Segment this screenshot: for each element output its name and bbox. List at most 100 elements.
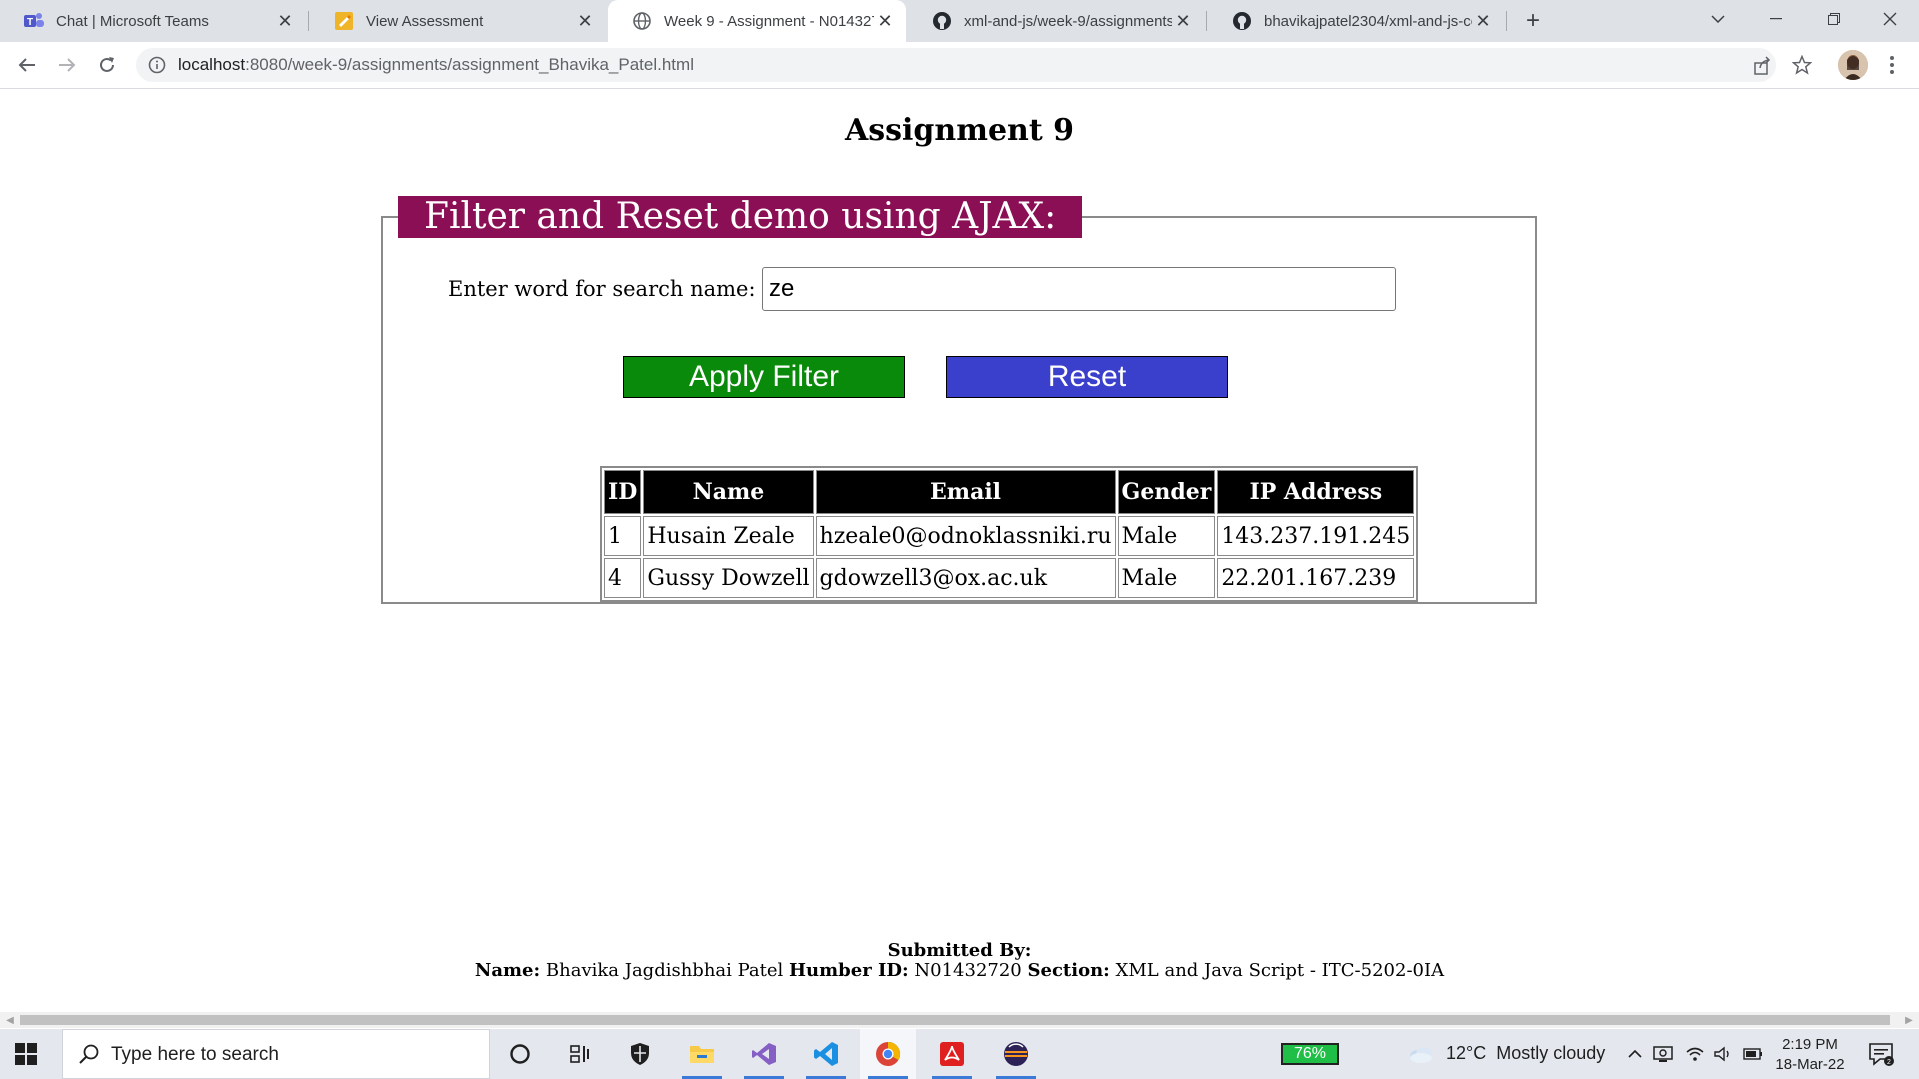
volume-icon[interactable]: [1712, 1043, 1734, 1065]
minimize-button[interactable]: [1748, 0, 1804, 38]
info-icon[interactable]: [148, 56, 166, 74]
scrollbar-thumb[interactable]: [20, 1015, 1890, 1025]
tab-title: Chat | Microsoft Teams: [56, 12, 209, 30]
tab-title: xml-and-js/week-9/assignments: [964, 12, 1172, 30]
cell-ip: 22.201.167.239: [1217, 558, 1415, 598]
tab-github-repo[interactable]: bhavikajpatel2304/xml-and-js-co ✕: [1208, 0, 1504, 42]
vscode-icon[interactable]: [798, 1029, 854, 1079]
acrobat-reader-icon[interactable]: [924, 1029, 980, 1079]
bookmark-star-icon[interactable]: [1792, 55, 1812, 75]
device-icon[interactable]: [1652, 1043, 1674, 1065]
cell-email: gdowzell3@ox.ac.uk: [815, 558, 1116, 598]
table-header-row: ID Name Email Gender IP Address: [604, 470, 1415, 514]
fieldset-legend: Filter and Reset demo using AJAX:: [398, 196, 1083, 238]
svg-text:2: 2: [1887, 1059, 1891, 1066]
weather-description: Mostly cloudy: [1496, 1043, 1606, 1063]
wifi-icon[interactable]: [1684, 1043, 1706, 1065]
reset-button[interactable]: Reset: [946, 356, 1228, 398]
windows-taskbar: Type here to search 76% 12°C Mostly clou…: [0, 1029, 1919, 1079]
close-window-button[interactable]: [1862, 0, 1918, 38]
cortana-icon[interactable]: [492, 1029, 548, 1079]
tab-title: bhavikajpatel2304/xml-and-js-co: [1264, 12, 1472, 30]
globe-icon: [632, 11, 652, 31]
tab-github-assignments[interactable]: xml-and-js/week-9/assignments ✕: [908, 0, 1204, 42]
new-tab-button[interactable]: +: [1518, 6, 1548, 36]
taskbar-search-box[interactable]: Type here to search: [62, 1029, 490, 1079]
eclipse-icon[interactable]: [988, 1029, 1044, 1079]
footer: Submitted By: Name: Bhavika Jagdishbhai …: [0, 941, 1919, 981]
horizontal-scrollbar[interactable]: ◀ ▶: [0, 1012, 1919, 1028]
task-view-icon[interactable]: [552, 1029, 608, 1079]
more-menu-icon[interactable]: [1882, 50, 1902, 80]
back-button[interactable]: [10, 48, 44, 82]
battery-indicator[interactable]: 76%: [1281, 1043, 1339, 1065]
cell-ip: 143.237.191.245: [1217, 516, 1415, 556]
tab-week-9-assignment[interactable]: Week 9 - Assignment - N014327 ✕: [608, 0, 906, 42]
github-icon: [1232, 11, 1252, 31]
battery-icon[interactable]: [1742, 1043, 1764, 1065]
chrome-icon[interactable]: [860, 1029, 916, 1079]
page-content: Assignment 9 Filter and Reset demo using…: [0, 89, 1919, 1011]
assessment-icon: [334, 11, 354, 31]
scroll-right-arrow-icon[interactable]: ▶: [1903, 1014, 1915, 1026]
apply-filter-button[interactable]: Apply Filter: [623, 356, 905, 398]
cell-name: Husain Zeale: [643, 516, 814, 556]
column-header-ip: IP Address: [1217, 470, 1415, 514]
profile-avatar[interactable]: [1838, 50, 1868, 80]
cell-gender: Male: [1117, 516, 1216, 556]
cell-name: Gussy Dowzell: [643, 558, 814, 598]
close-icon[interactable]: ✕: [274, 10, 296, 32]
address-bar[interactable]: localhost:8080/week-9/assignments/assign…: [136, 48, 1776, 82]
search-placeholder: Type here to search: [111, 1044, 279, 1065]
table-row: 1 Husain Zeale hzeale0@odnoklassniki.ru …: [604, 516, 1415, 556]
browser-tab-strip: T Chat | Microsoft Teams ✕ View Assessme…: [0, 0, 1919, 42]
tab-separator: [1506, 11, 1507, 31]
security-shield-icon[interactable]: [612, 1029, 668, 1079]
taskbar-clock[interactable]: 2:19 PM 18-Mar-22: [1770, 1035, 1850, 1075]
search-icon: [79, 1044, 99, 1064]
tab-separator: [1206, 11, 1207, 31]
search-input[interactable]: [762, 267, 1396, 311]
url-path: :8080/week-9/assignments/assignment_Bhav…: [245, 55, 694, 74]
file-explorer-icon[interactable]: [674, 1029, 730, 1079]
forward-button[interactable]: [50, 48, 84, 82]
humber-id-label: Humber ID:: [789, 960, 909, 981]
tab-title: Week 9 - Assignment - N014327: [664, 12, 874, 30]
clock-time: 2:19 PM: [1782, 1036, 1838, 1053]
visual-studio-icon[interactable]: [736, 1029, 792, 1079]
windows-start-icon[interactable]: [14, 1042, 38, 1066]
tab-microsoft-teams[interactable]: T Chat | Microsoft Teams ✕: [0, 0, 306, 42]
column-header-name: Name: [643, 470, 814, 514]
humber-id-value: N01432720: [914, 960, 1022, 981]
tab-search-chevron-icon[interactable]: [1690, 0, 1746, 38]
url-text[interactable]: localhost:8080/week-9/assignments/assign…: [178, 55, 694, 75]
cell-id: 1: [604, 516, 642, 556]
weather-widget[interactable]: 12°C Mostly cloudy: [1408, 1043, 1605, 1064]
close-icon[interactable]: ✕: [1472, 10, 1494, 32]
scroll-left-arrow-icon[interactable]: ◀: [4, 1014, 16, 1026]
svg-text:T: T: [27, 17, 33, 28]
clock-date: 18-Mar-22: [1775, 1056, 1845, 1073]
cell-email: hzeale0@odnoklassniki.ru: [815, 516, 1116, 556]
notification-icon[interactable]: 2: [1868, 1041, 1894, 1067]
teams-icon: T: [24, 11, 44, 31]
name-value: Bhavika Jagdishbhai Patel: [545, 960, 784, 981]
close-icon[interactable]: ✕: [574, 10, 596, 32]
tab-view-assessment[interactable]: View Assessment ✕: [310, 0, 606, 42]
share-icon[interactable]: [1752, 56, 1772, 76]
section-value: XML and Java Script - ITC-5202-0IA: [1115, 960, 1445, 981]
tab-separator: [308, 11, 309, 31]
cell-gender: Male: [1117, 558, 1216, 598]
close-icon[interactable]: ✕: [874, 10, 896, 32]
cloud-icon: [1410, 1046, 1432, 1063]
reload-button[interactable]: [90, 48, 124, 82]
search-label: Enter word for search name:: [448, 277, 756, 301]
restore-button[interactable]: [1806, 0, 1862, 38]
browser-toolbar: localhost:8080/week-9/assignments/assign…: [0, 42, 1919, 89]
results-table: ID Name Email Gender IP Address 1 Husain…: [600, 466, 1419, 602]
section-label: Section:: [1027, 960, 1110, 981]
close-icon[interactable]: ✕: [1172, 10, 1194, 32]
github-icon: [932, 11, 952, 31]
cell-id: 4: [604, 558, 642, 598]
chevron-up-icon[interactable]: [1624, 1043, 1646, 1065]
